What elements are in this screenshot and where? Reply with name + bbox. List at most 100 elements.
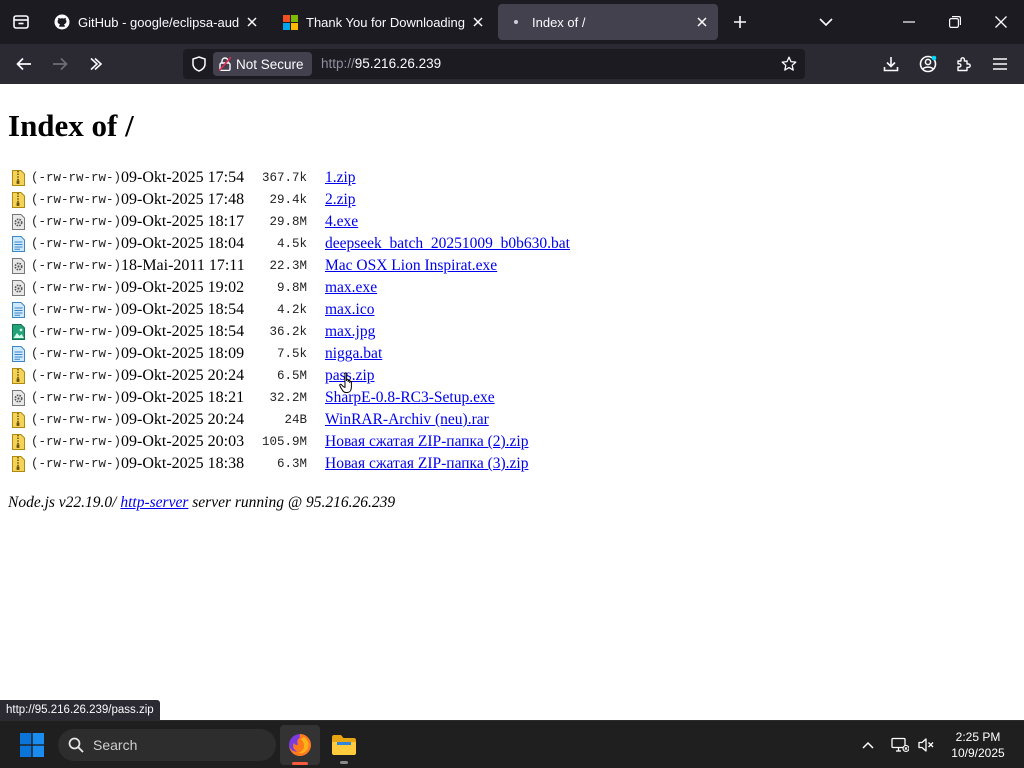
bookmark-star-icon[interactable] <box>777 52 801 76</box>
file-date: 09-Okt-2025 18:17 <box>121 213 245 230</box>
file-permissions: (-rw-rw-rw-) <box>31 237 122 251</box>
firefox-icon <box>289 734 311 756</box>
file-permissions: (-rw-rw-rw-) <box>31 171 122 185</box>
url-protocol: http:// <box>321 56 355 71</box>
file-permissions: (-rw-rw-rw-) <box>31 369 122 383</box>
downloads-button[interactable] <box>875 48 907 80</box>
account-button[interactable] <box>912 48 944 80</box>
file-permissions: (-rw-rw-rw-) <box>31 457 122 471</box>
network-status-icon[interactable] <box>888 733 912 757</box>
not-secure-label: Not Secure <box>236 56 304 72</box>
footer-suffix: server running @ 95.216.26.239 <box>188 494 396 511</box>
file-date: 09-Okt-2025 20:24 <box>121 411 245 428</box>
file-link[interactable]: max.ico <box>325 299 375 321</box>
restore-button[interactable] <box>932 0 978 44</box>
file-size: 9.8M <box>276 281 307 295</box>
file-link[interactable]: 1.zip <box>325 167 356 189</box>
volume-muted-icon[interactable] <box>914 733 938 757</box>
file-row: (-rw-rw-rw-) 09-Okt-2025 18:09 7.5k nigga.b… <box>8 343 608 365</box>
text-file-icon <box>12 346 25 362</box>
file-date: 09-Okt-2025 20:03 <box>121 433 245 450</box>
image-file-icon <box>12 324 25 340</box>
firefox-view-icon <box>13 15 29 29</box>
file-link[interactable]: max.jpg <box>325 321 375 343</box>
tab-list-button[interactable] <box>0 0 42 44</box>
minimize-button[interactable] <box>886 0 932 44</box>
chevron-up-icon <box>862 741 874 749</box>
github-icon <box>54 14 70 30</box>
back-arrow-icon <box>16 57 31 71</box>
zip-icon <box>12 412 25 428</box>
start-button[interactable] <box>16 731 48 759</box>
file-size: 7.5k <box>276 347 307 361</box>
list-all-tabs-button[interactable] <box>810 6 842 38</box>
back-button[interactable] <box>8 48 40 80</box>
file-link[interactable]: Новая сжатая ZIP-папка (3).zip <box>325 453 528 475</box>
file-date: 09-Okt-2025 19:02 <box>121 279 245 296</box>
taskbar-firefox[interactable] <box>280 725 320 765</box>
close-icon <box>995 16 1007 28</box>
file-date: 09-Okt-2025 18:54 <box>121 323 245 340</box>
not-secure-indicator[interactable]: Not Secure <box>213 52 312 76</box>
system-clock[interactable]: 2:25 PM 10/9/2025 <box>946 729 1010 761</box>
tracking-protection-shield-icon[interactable] <box>187 52 211 76</box>
file-row: (-rw-rw-rw-) 09-Okt-2025 18:21 32.2M SharpE… <box>8 387 608 409</box>
forward-button[interactable] <box>44 48 76 80</box>
file-size: 6.5M <box>276 369 307 383</box>
http-server-link[interactable]: http-server <box>120 494 188 511</box>
file-link[interactable]: Новая сжатая ZIP-папка (2).zip <box>325 431 528 453</box>
file-link[interactable]: deepseek_batch_20251009_b0b630.bat <box>325 233 570 255</box>
forward-arrow-icon <box>53 57 68 71</box>
running-app-indicator <box>340 761 348 764</box>
new-tab-button[interactable] <box>724 6 756 38</box>
zip-icon <box>12 456 25 472</box>
file-permissions: (-rw-rw-rw-) <box>31 281 122 295</box>
folder-icon <box>332 735 356 755</box>
taskbar-file-explorer[interactable] <box>324 725 364 765</box>
server-footer: Node.js v22.19.0/ http-server server run… <box>8 494 395 512</box>
file-permissions: (-rw-rw-rw-) <box>31 325 122 339</box>
tab-github[interactable]: GitHub - google/eclipsa-audio- <box>44 4 268 40</box>
show-hidden-icons-button[interactable] <box>856 733 880 757</box>
file-row: (-rw-rw-rw-) 09-Okt-2025 18:38 6.3M Новая с… <box>8 453 608 475</box>
tab-index-of[interactable]: Index of / <box>498 4 718 40</box>
file-date: 09-Okt-2025 18:38 <box>121 455 245 472</box>
file-link[interactable]: max.exe <box>325 277 377 299</box>
file-date: 09-Okt-2025 18:54 <box>121 301 245 318</box>
close-tab-icon[interactable] <box>466 10 490 34</box>
file-link[interactable]: Mac OSX Lion Inspirat.exe <box>325 255 497 277</box>
file-link[interactable]: 4.exe <box>325 211 358 233</box>
exe-icon <box>12 258 25 274</box>
exe-icon <box>12 214 25 230</box>
windows-logo-icon <box>20 733 44 757</box>
file-permissions: (-rw-rw-rw-) <box>31 215 122 229</box>
file-link[interactable]: WinRAR-Archiv (neu).rar <box>325 409 489 431</box>
file-size: 29.4k <box>269 193 307 207</box>
file-date: 18-Mai-2011 17:11 <box>121 257 245 274</box>
address-bar[interactable]: Not Secure http://95.216.26.239 <box>183 49 805 79</box>
file-link[interactable]: 2.zip <box>325 189 356 211</box>
extensions-button[interactable] <box>948 48 980 80</box>
file-date: 09-Okt-2025 18:04 <box>121 235 245 252</box>
file-row: (-rw-rw-rw-) 09-Okt-2025 17:54 367.7k 1.zip <box>8 167 608 189</box>
close-tab-icon[interactable] <box>240 10 264 34</box>
url-text[interactable]: http://95.216.26.239 <box>321 49 441 79</box>
open-menu-button[interactable] <box>984 48 1016 80</box>
taskbar-search-box[interactable]: Search <box>58 729 276 761</box>
tab-visual-studio[interactable]: Thank You for Downloading Vis <box>272 4 494 40</box>
stop-loading-button[interactable] <box>80 48 112 80</box>
account-icon <box>919 55 937 73</box>
file-permissions: (-rw-rw-rw-) <box>31 413 122 427</box>
file-link[interactable]: nigga.bat <box>325 343 382 365</box>
file-date: 09-Okt-2025 17:54 <box>121 169 245 186</box>
file-permissions: (-rw-rw-rw-) <box>31 435 122 449</box>
text-file-icon <box>12 236 25 252</box>
exe-icon <box>12 280 25 296</box>
close-window-button[interactable] <box>978 0 1024 44</box>
file-date: 09-Okt-2025 18:21 <box>121 389 245 406</box>
file-size: 24B <box>284 413 307 427</box>
close-tab-icon[interactable] <box>690 10 714 34</box>
page-title: Index of / <box>8 108 134 143</box>
file-size: 6.3M <box>276 457 307 471</box>
file-permissions: (-rw-rw-rw-) <box>31 391 122 405</box>
